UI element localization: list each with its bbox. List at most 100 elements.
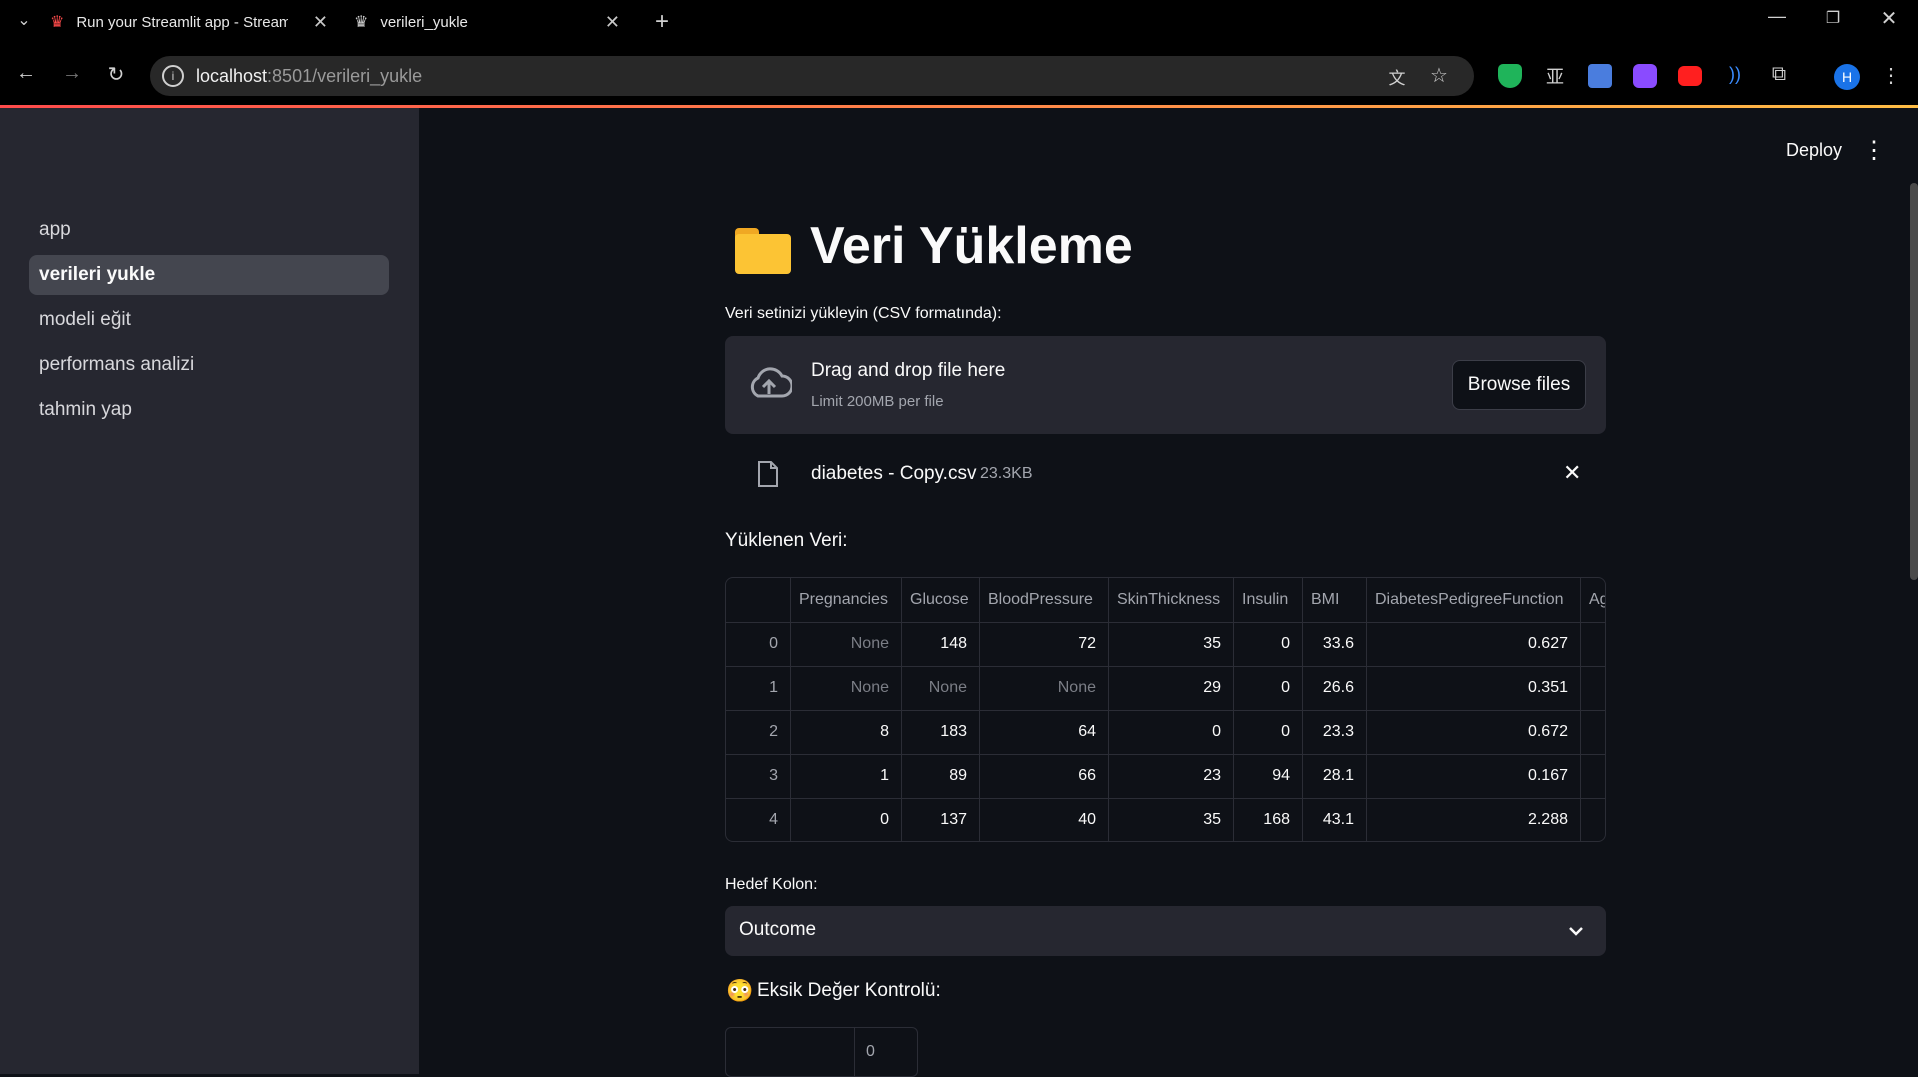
column-header[interactable]: Ag [1589, 591, 1605, 609]
table-cell: 66 [1078, 767, 1096, 784]
translate-extension-icon[interactable] [1588, 64, 1612, 88]
table-cell: None [850, 679, 889, 696]
tab-streamlit-app[interactable]: ♛ Run your Streamlit app - Streamlit ✕ [50, 6, 332, 38]
folder-icon [735, 228, 791, 274]
uploaded-file-size: 23.3KB [980, 465, 1033, 482]
url-text: localhost:8501/verileri_yukle [196, 66, 422, 87]
browser-menu-icon[interactable]: ⋮ [1878, 63, 1904, 89]
table-cell: 94 [1272, 767, 1290, 784]
deploy-button[interactable]: Deploy [1786, 140, 1842, 161]
restore-icon[interactable]: ❐ [1818, 8, 1848, 38]
tab-label: Run your Streamlit app - Streamlit [76, 13, 289, 31]
app-menu-icon[interactable]: ⋮ [1862, 136, 1886, 165]
column-header[interactable]: DiabetesPedigreeFunction [1375, 591, 1564, 609]
tab-verileri-yukle[interactable]: ♛ verileri_yukle ✕ [354, 6, 624, 38]
row-index: 1 [769, 679, 778, 696]
address-bar[interactable]: i localhost:8501/verileri_yukle 文 ☆ [150, 56, 1474, 96]
chevron-down-icon [1567, 922, 1585, 940]
sidebar-item-label: tahmin yap [39, 399, 132, 420]
close-tab-icon[interactable]: ✕ [605, 12, 620, 33]
dataframe[interactable]: Pregnancies Glucose BloodPressure SkinTh… [725, 577, 1606, 842]
forward-icon[interactable]: → [58, 62, 86, 90]
missing-value-table: 0 [725, 1027, 918, 1077]
missing-value-cell: 0 [866, 1043, 875, 1060]
target-column-select[interactable]: Outcome [725, 906, 1606, 956]
sidebar-item-verileri-yukle[interactable]: verileri yukle [29, 255, 389, 295]
table-cell: 0 [1281, 723, 1290, 740]
ruler-extension-icon[interactable]: 亚 [1542, 63, 1568, 89]
puzzle-extensions-icon[interactable]: ⧉ [1766, 63, 1792, 89]
table-cell: 0 [1281, 635, 1290, 652]
sidebar-item-label: app [39, 219, 71, 240]
table-cell: 2.288 [1527, 811, 1568, 828]
new-tab-icon[interactable]: + [650, 8, 674, 36]
uploaded-file-name: diabetes - Copy.csv [811, 463, 977, 484]
browse-files-button[interactable]: Browse files [1452, 360, 1586, 410]
table-cell: 35 [1203, 635, 1221, 652]
table-cell: 183 [940, 723, 967, 740]
url-host: localhost [196, 66, 268, 86]
row-index: 3 [769, 767, 778, 784]
table-cell: 137 [940, 811, 967, 828]
table-cell: 0 [1212, 723, 1221, 740]
sidebar-item-modeli-egit[interactable]: modeli eğit [29, 300, 389, 340]
sidebar-item-tahmin-yap[interactable]: tahmin yap [29, 390, 389, 430]
missing-value-heading: Eksik Değer Kontrolü: [757, 980, 941, 1001]
column-header[interactable]: BloodPressure [988, 591, 1093, 609]
browser-tab-bar: ⌄ ♛ Run your Streamlit app - Streamlit ✕… [0, 0, 1918, 44]
shield-extension-icon[interactable] [1498, 64, 1522, 88]
column-header[interactable]: SkinThickness [1117, 591, 1220, 609]
table-cell: 23.3 [1322, 723, 1354, 740]
table-cell: 35 [1203, 811, 1221, 828]
cloud-upload-icon [746, 364, 794, 404]
remove-file-icon[interactable]: ✕ [1563, 460, 1581, 486]
row-index: 0 [769, 635, 778, 652]
table-cell: None [928, 679, 967, 696]
streamlit-logo-icon: ♛ [50, 14, 65, 31]
close-tab-icon[interactable]: ✕ [313, 12, 328, 33]
translate-icon[interactable]: 文 [1384, 64, 1410, 90]
page-scrollbar[interactable] [1910, 183, 1918, 580]
sidebar: app verileri yukle modeli eğit performan… [0, 108, 419, 1074]
reload-icon[interactable]: ↻ [102, 62, 130, 90]
loaded-data-heading: Yüklenen Veri: [725, 530, 848, 551]
table-cell: 148 [940, 635, 967, 652]
column-header[interactable]: Insulin [1242, 591, 1288, 609]
purple-extension-icon[interactable] [1633, 64, 1657, 88]
column-header[interactable]: Glucose [910, 591, 969, 609]
table-cell: 72 [1078, 635, 1096, 652]
bookmark-star-icon[interactable]: ☆ [1426, 63, 1452, 89]
table-cell: None [850, 635, 889, 652]
profile-avatar[interactable]: H [1834, 64, 1860, 90]
table-cell: 23 [1203, 767, 1221, 784]
selected-value: Outcome [739, 919, 817, 940]
dropzone-limit: Limit 200MB per file [811, 393, 944, 410]
column-header[interactable]: Pregnancies [799, 591, 888, 609]
table-cell: 0.672 [1527, 723, 1568, 740]
minimize-icon[interactable]: — [1762, 6, 1792, 36]
site-info-icon[interactable]: i [162, 65, 184, 87]
table-cell: None [1057, 679, 1096, 696]
table-cell: 0.351 [1527, 679, 1568, 696]
table-cell: 33.6 [1322, 635, 1354, 652]
close-window-icon[interactable]: ✕ [1874, 6, 1904, 36]
table-cell: 29 [1203, 679, 1221, 696]
table-cell: 28.1 [1322, 767, 1354, 784]
table-cell: 8 [880, 723, 889, 740]
table-cell: 0 [1281, 679, 1290, 696]
youtube-extension-icon[interactable] [1678, 66, 1702, 86]
back-icon[interactable]: ← [12, 62, 40, 90]
file-icon [757, 460, 779, 488]
sidebar-item-performans-analizi[interactable]: performans analizi [29, 345, 389, 385]
sidebar-item-app[interactable]: app [29, 210, 389, 250]
table-cell: 0.167 [1527, 767, 1568, 784]
audio-extension-icon[interactable]: )) [1722, 64, 1748, 90]
table-cell: 43.1 [1322, 811, 1354, 828]
tab-list-chevron-icon[interactable]: ⌄ [12, 10, 36, 34]
tab-label: verileri_yukle [380, 13, 468, 31]
url-path: :8501/verileri_yukle [267, 66, 423, 86]
dropzone-title: Drag and drop file here [811, 360, 1006, 381]
column-header[interactable]: BMI [1311, 591, 1339, 609]
page-title: Veri Yükleme [810, 217, 1133, 275]
row-index: 2 [769, 723, 778, 740]
